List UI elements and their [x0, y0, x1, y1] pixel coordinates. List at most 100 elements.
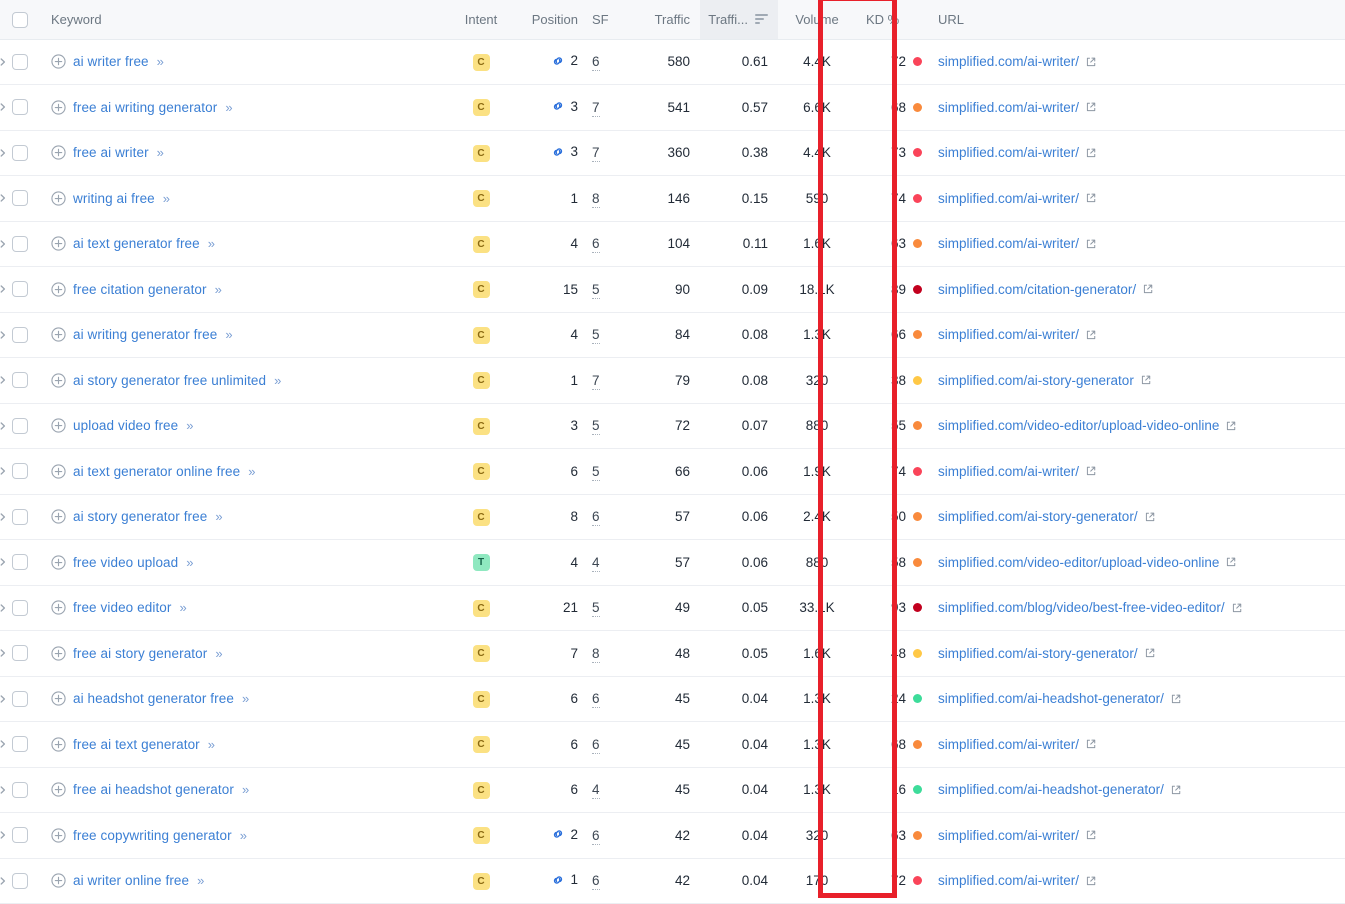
sf-value[interactable]: 6 — [592, 691, 600, 708]
table-row[interactable]: ai headshot generator free»C66450.041.3K… — [0, 676, 1345, 722]
row-checkbox[interactable] — [12, 190, 28, 206]
row-checkbox[interactable] — [12, 327, 28, 343]
expand-row-chevron-icon[interactable] — [0, 284, 7, 294]
external-link-icon[interactable] — [1085, 56, 1097, 68]
table-row[interactable]: ai writer online free»C16420.0417072simp… — [0, 858, 1345, 904]
expand-row-chevron-icon[interactable] — [0, 466, 7, 476]
keyword-link[interactable]: free ai headshot generator — [73, 782, 234, 797]
table-row[interactable]: free video upload»T44570.0688058simplifi… — [0, 540, 1345, 586]
column-header-keyword[interactable]: Keyword — [40, 0, 450, 39]
external-link-icon[interactable] — [1085, 238, 1097, 250]
url-link[interactable]: simplified.com/ai-writer/ — [938, 464, 1079, 479]
sf-value[interactable]: 6 — [592, 873, 600, 890]
add-keyword-icon[interactable] — [51, 282, 66, 297]
table-row[interactable]: free copywriting generator»C26420.043206… — [0, 813, 1345, 859]
add-keyword-icon[interactable] — [51, 191, 66, 206]
intent-badge[interactable]: C — [473, 327, 490, 344]
expand-row-chevron-icon[interactable] — [0, 239, 7, 249]
serp-feature-link-icon[interactable] — [551, 54, 565, 68]
expand-row-chevron-icon[interactable] — [0, 557, 7, 567]
keyword-details-chevrons-icon[interactable]: » — [163, 191, 168, 206]
select-all-checkbox[interactable] — [12, 12, 28, 28]
intent-badge[interactable]: C — [473, 281, 490, 298]
keyword-link[interactable]: ai text generator online free — [73, 464, 240, 479]
keyword-details-chevrons-icon[interactable]: » — [157, 54, 162, 69]
sf-value[interactable]: 5 — [592, 600, 600, 617]
keyword-details-chevrons-icon[interactable]: » — [215, 282, 220, 297]
expand-row-chevron-icon[interactable] — [0, 102, 7, 112]
keyword-link[interactable]: free ai story generator — [73, 646, 207, 661]
column-header-sf[interactable]: SF — [588, 0, 624, 39]
external-link-icon[interactable] — [1170, 693, 1182, 705]
serp-feature-link-icon[interactable] — [551, 827, 565, 841]
keyword-details-chevrons-icon[interactable]: » — [208, 737, 213, 752]
expand-row-chevron-icon[interactable] — [0, 148, 7, 158]
sf-value[interactable]: 7 — [592, 145, 600, 162]
serp-feature-link-icon[interactable] — [551, 145, 565, 159]
row-checkbox[interactable] — [12, 782, 28, 798]
add-keyword-icon[interactable] — [51, 373, 66, 388]
keyword-link[interactable]: free citation generator — [73, 282, 207, 297]
sort-descending-icon[interactable] — [755, 14, 768, 25]
url-link[interactable]: simplified.com/ai-writer/ — [938, 236, 1079, 251]
add-keyword-icon[interactable] — [51, 509, 66, 524]
table-row[interactable]: free ai story generator»C78480.051.6K48s… — [0, 631, 1345, 677]
sf-value[interactable]: 7 — [592, 100, 600, 117]
row-checkbox[interactable] — [12, 873, 28, 889]
keyword-link[interactable]: free video upload — [73, 555, 178, 570]
external-link-icon[interactable] — [1085, 738, 1097, 750]
add-keyword-icon[interactable] — [51, 600, 66, 615]
keyword-link[interactable]: free ai writer — [73, 145, 149, 160]
add-keyword-icon[interactable] — [51, 691, 66, 706]
url-link[interactable]: simplified.com/video-editor/upload-video… — [938, 418, 1219, 433]
keyword-link[interactable]: ai headshot generator free — [73, 691, 234, 706]
column-header-url[interactable]: URL — [930, 0, 1345, 39]
url-link[interactable]: simplified.com/video-editor/upload-video… — [938, 555, 1219, 570]
row-checkbox[interactable] — [12, 736, 28, 752]
external-link-icon[interactable] — [1085, 875, 1097, 887]
url-link[interactable]: simplified.com/ai-writer/ — [938, 54, 1079, 69]
external-link-icon[interactable] — [1085, 829, 1097, 841]
row-checkbox[interactable] — [12, 54, 28, 70]
url-link[interactable]: simplified.com/ai-headshot-generator/ — [938, 691, 1164, 706]
expand-row-chevron-icon[interactable] — [0, 785, 7, 795]
external-link-icon[interactable] — [1142, 283, 1154, 295]
table-row[interactable]: ai text generator online free»C65660.061… — [0, 449, 1345, 495]
expand-row-chevron-icon[interactable] — [0, 375, 7, 385]
url-link[interactable]: simplified.com/blog/video/best-free-vide… — [938, 600, 1225, 615]
table-row[interactable]: writing ai free»C181460.1559074simplifie… — [0, 176, 1345, 222]
keyword-link[interactable]: writing ai free — [73, 191, 155, 206]
keyword-link[interactable]: ai writer free — [73, 54, 149, 69]
keyword-link[interactable]: free ai text generator — [73, 737, 200, 752]
keyword-link[interactable]: ai story generator free unlimited — [73, 373, 266, 388]
keyword-link[interactable]: free copywriting generator — [73, 828, 232, 843]
expand-row-chevron-icon[interactable] — [0, 57, 7, 67]
keyword-details-chevrons-icon[interactable]: » — [240, 828, 245, 843]
row-checkbox[interactable] — [12, 145, 28, 161]
keyword-link[interactable]: ai text generator free — [73, 236, 200, 251]
url-link[interactable]: simplified.com/ai-headshot-generator/ — [938, 782, 1164, 797]
external-link-icon[interactable] — [1231, 602, 1243, 614]
url-link[interactable]: simplified.com/ai-writer/ — [938, 873, 1079, 888]
table-row[interactable]: upload video free»C35720.0788055simplifi… — [0, 403, 1345, 449]
table-row[interactable]: ai writer free»C265800.614.4K72simplifie… — [0, 39, 1345, 85]
expand-row-chevron-icon[interactable] — [0, 421, 7, 431]
sf-value[interactable]: 5 — [592, 418, 600, 435]
external-link-icon[interactable] — [1144, 511, 1156, 523]
intent-badge[interactable]: C — [473, 372, 490, 389]
keyword-link[interactable]: free video editor — [73, 600, 172, 615]
sf-value[interactable]: 6 — [592, 828, 600, 845]
external-link-icon[interactable] — [1225, 556, 1237, 568]
row-checkbox[interactable] — [12, 463, 28, 479]
table-row[interactable]: free video editor»C215490.0533.1K93simpl… — [0, 585, 1345, 631]
row-checkbox[interactable] — [12, 418, 28, 434]
url-link[interactable]: simplified.com/ai-story-generator/ — [938, 646, 1138, 661]
keyword-details-chevrons-icon[interactable]: » — [180, 600, 185, 615]
intent-badge[interactable]: C — [473, 600, 490, 617]
intent-badge[interactable]: C — [473, 736, 490, 753]
add-keyword-icon[interactable] — [51, 418, 66, 433]
intent-badge[interactable]: C — [473, 827, 490, 844]
expand-row-chevron-icon[interactable] — [0, 830, 7, 840]
serp-feature-link-icon[interactable] — [551, 873, 565, 887]
expand-row-chevron-icon[interactable] — [0, 512, 7, 522]
